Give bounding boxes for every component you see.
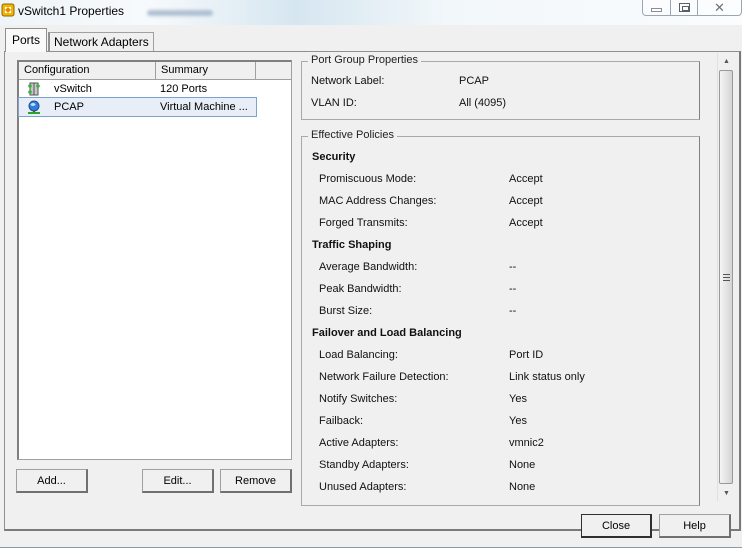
column-header-configuration[interactable]: Configuration: [19, 62, 156, 79]
grip-icon: [722, 273, 730, 281]
failback-label: Failback:: [319, 415, 364, 427]
remove-button[interactable]: Remove: [220, 469, 292, 493]
notify-switches-value: Yes: [509, 393, 527, 405]
network-failure-detection-label: Network Failure Detection:: [319, 371, 449, 383]
ports-tab-panel: Configuration Summary vSwitch 120 Ports: [4, 51, 741, 531]
window-title: vSwitch1 Properties: [18, 4, 125, 18]
list-row-vswitch[interactable]: vSwitch 120 Ports: [19, 80, 291, 98]
vertical-scrollbar[interactable]: ▲ ▼: [717, 53, 734, 501]
notify-switches-label: Notify Switches:: [319, 393, 398, 405]
minimize-button[interactable]: [643, 0, 671, 15]
vlan-id-value: All (4095): [459, 97, 507, 109]
tab-ports[interactable]: Ports: [5, 28, 48, 52]
vm-portgroup-icon: [24, 98, 44, 116]
network-label-label: Network Label:: [311, 75, 385, 87]
average-bandwidth-value: --: [509, 261, 517, 273]
close-button[interactable]: Close: [581, 514, 652, 538]
close-window-button[interactable]: ✕: [698, 0, 741, 15]
vsphere-app-icon: [1, 3, 15, 17]
row-summary: Virtual Machine ...: [160, 101, 248, 113]
row-name: vSwitch: [54, 83, 92, 95]
failback-value: Yes: [509, 415, 527, 427]
standby-adapters-value: None: [509, 459, 536, 471]
network-label-value: PCAP: [459, 75, 489, 87]
forged-transmits-label: Forged Transmits:: [319, 217, 408, 229]
network-failure-detection-value: Link status only: [509, 371, 585, 383]
unused-adapters-label: Unused Adapters:: [319, 481, 407, 493]
scrollbar-thumb[interactable]: [719, 70, 733, 484]
row-summary: 120 Ports: [160, 83, 208, 95]
blurred-title-text: [147, 10, 213, 16]
peak-bandwidth-label: Peak Bandwidth:: [319, 283, 402, 295]
port-group-properties-group: Port Group Properties: [301, 54, 700, 120]
average-bandwidth-label: Average Bandwidth:: [319, 261, 418, 273]
row-name: PCAP: [54, 101, 84, 113]
column-header-summary[interactable]: Summary: [156, 62, 256, 79]
promiscuous-mode-label: Promiscuous Mode:: [319, 173, 417, 185]
security-heading: Security: [312, 151, 356, 163]
promiscuous-mode-value: Accept: [509, 173, 543, 185]
load-balancing-label: Load Balancing:: [319, 349, 398, 361]
port-group-properties-title: Port Group Properties: [308, 54, 421, 66]
minimize-icon: [651, 8, 662, 12]
ports-list[interactable]: Configuration Summary vSwitch 120 Ports: [17, 60, 292, 460]
scroll-up-arrow-icon[interactable]: ▲: [718, 53, 735, 69]
edit-button[interactable]: Edit...: [142, 469, 214, 493]
vlan-id-label: VLAN ID:: [311, 97, 357, 109]
list-header: Configuration Summary: [19, 62, 291, 80]
peak-bandwidth-value: --: [509, 283, 517, 295]
tab-strip: Ports Network Adapters: [5, 28, 154, 52]
scroll-down-arrow-icon[interactable]: ▼: [718, 485, 735, 501]
burst-size-value: --: [509, 305, 517, 317]
standby-adapters-label: Standby Adapters:: [319, 459, 409, 471]
tab-network-adapters[interactable]: Network Adapters: [48, 32, 154, 52]
maximize-button[interactable]: [671, 0, 698, 15]
window-controls: ✕: [642, 0, 742, 16]
unused-adapters-value: None: [509, 481, 536, 493]
effective-policies-group: Effective Policies: [301, 129, 700, 506]
close-icon: ✕: [714, 0, 725, 15]
title-bar[interactable]: vSwitch1 Properties ✕: [0, 0, 742, 25]
failover-heading: Failover and Load Balancing: [312, 327, 462, 339]
dialog-body: Ports Network Adapters Configuration Sum…: [0, 25, 742, 548]
effective-policies-title: Effective Policies: [308, 129, 397, 141]
forged-transmits-value: Accept: [509, 217, 543, 229]
help-button[interactable]: Help: [659, 514, 731, 538]
burst-size-label: Burst Size:: [319, 305, 373, 317]
active-adapters-label: Active Adapters:: [319, 437, 399, 449]
mac-address-changes-label: MAC Address Changes:: [319, 195, 437, 207]
load-balancing-value: Port ID: [509, 349, 544, 361]
maximize-icon: [678, 3, 690, 12]
column-header-empty[interactable]: [256, 62, 291, 79]
mac-address-changes-value: Accept: [509, 195, 543, 207]
list-row-pcap[interactable]: PCAP Virtual Machine ...: [18, 97, 257, 117]
traffic-shaping-heading: Traffic Shaping: [312, 239, 392, 251]
add-button[interactable]: Add...: [16, 469, 88, 493]
vswitch-icon: [24, 80, 44, 98]
active-adapters-value: vmnic2: [509, 437, 544, 449]
